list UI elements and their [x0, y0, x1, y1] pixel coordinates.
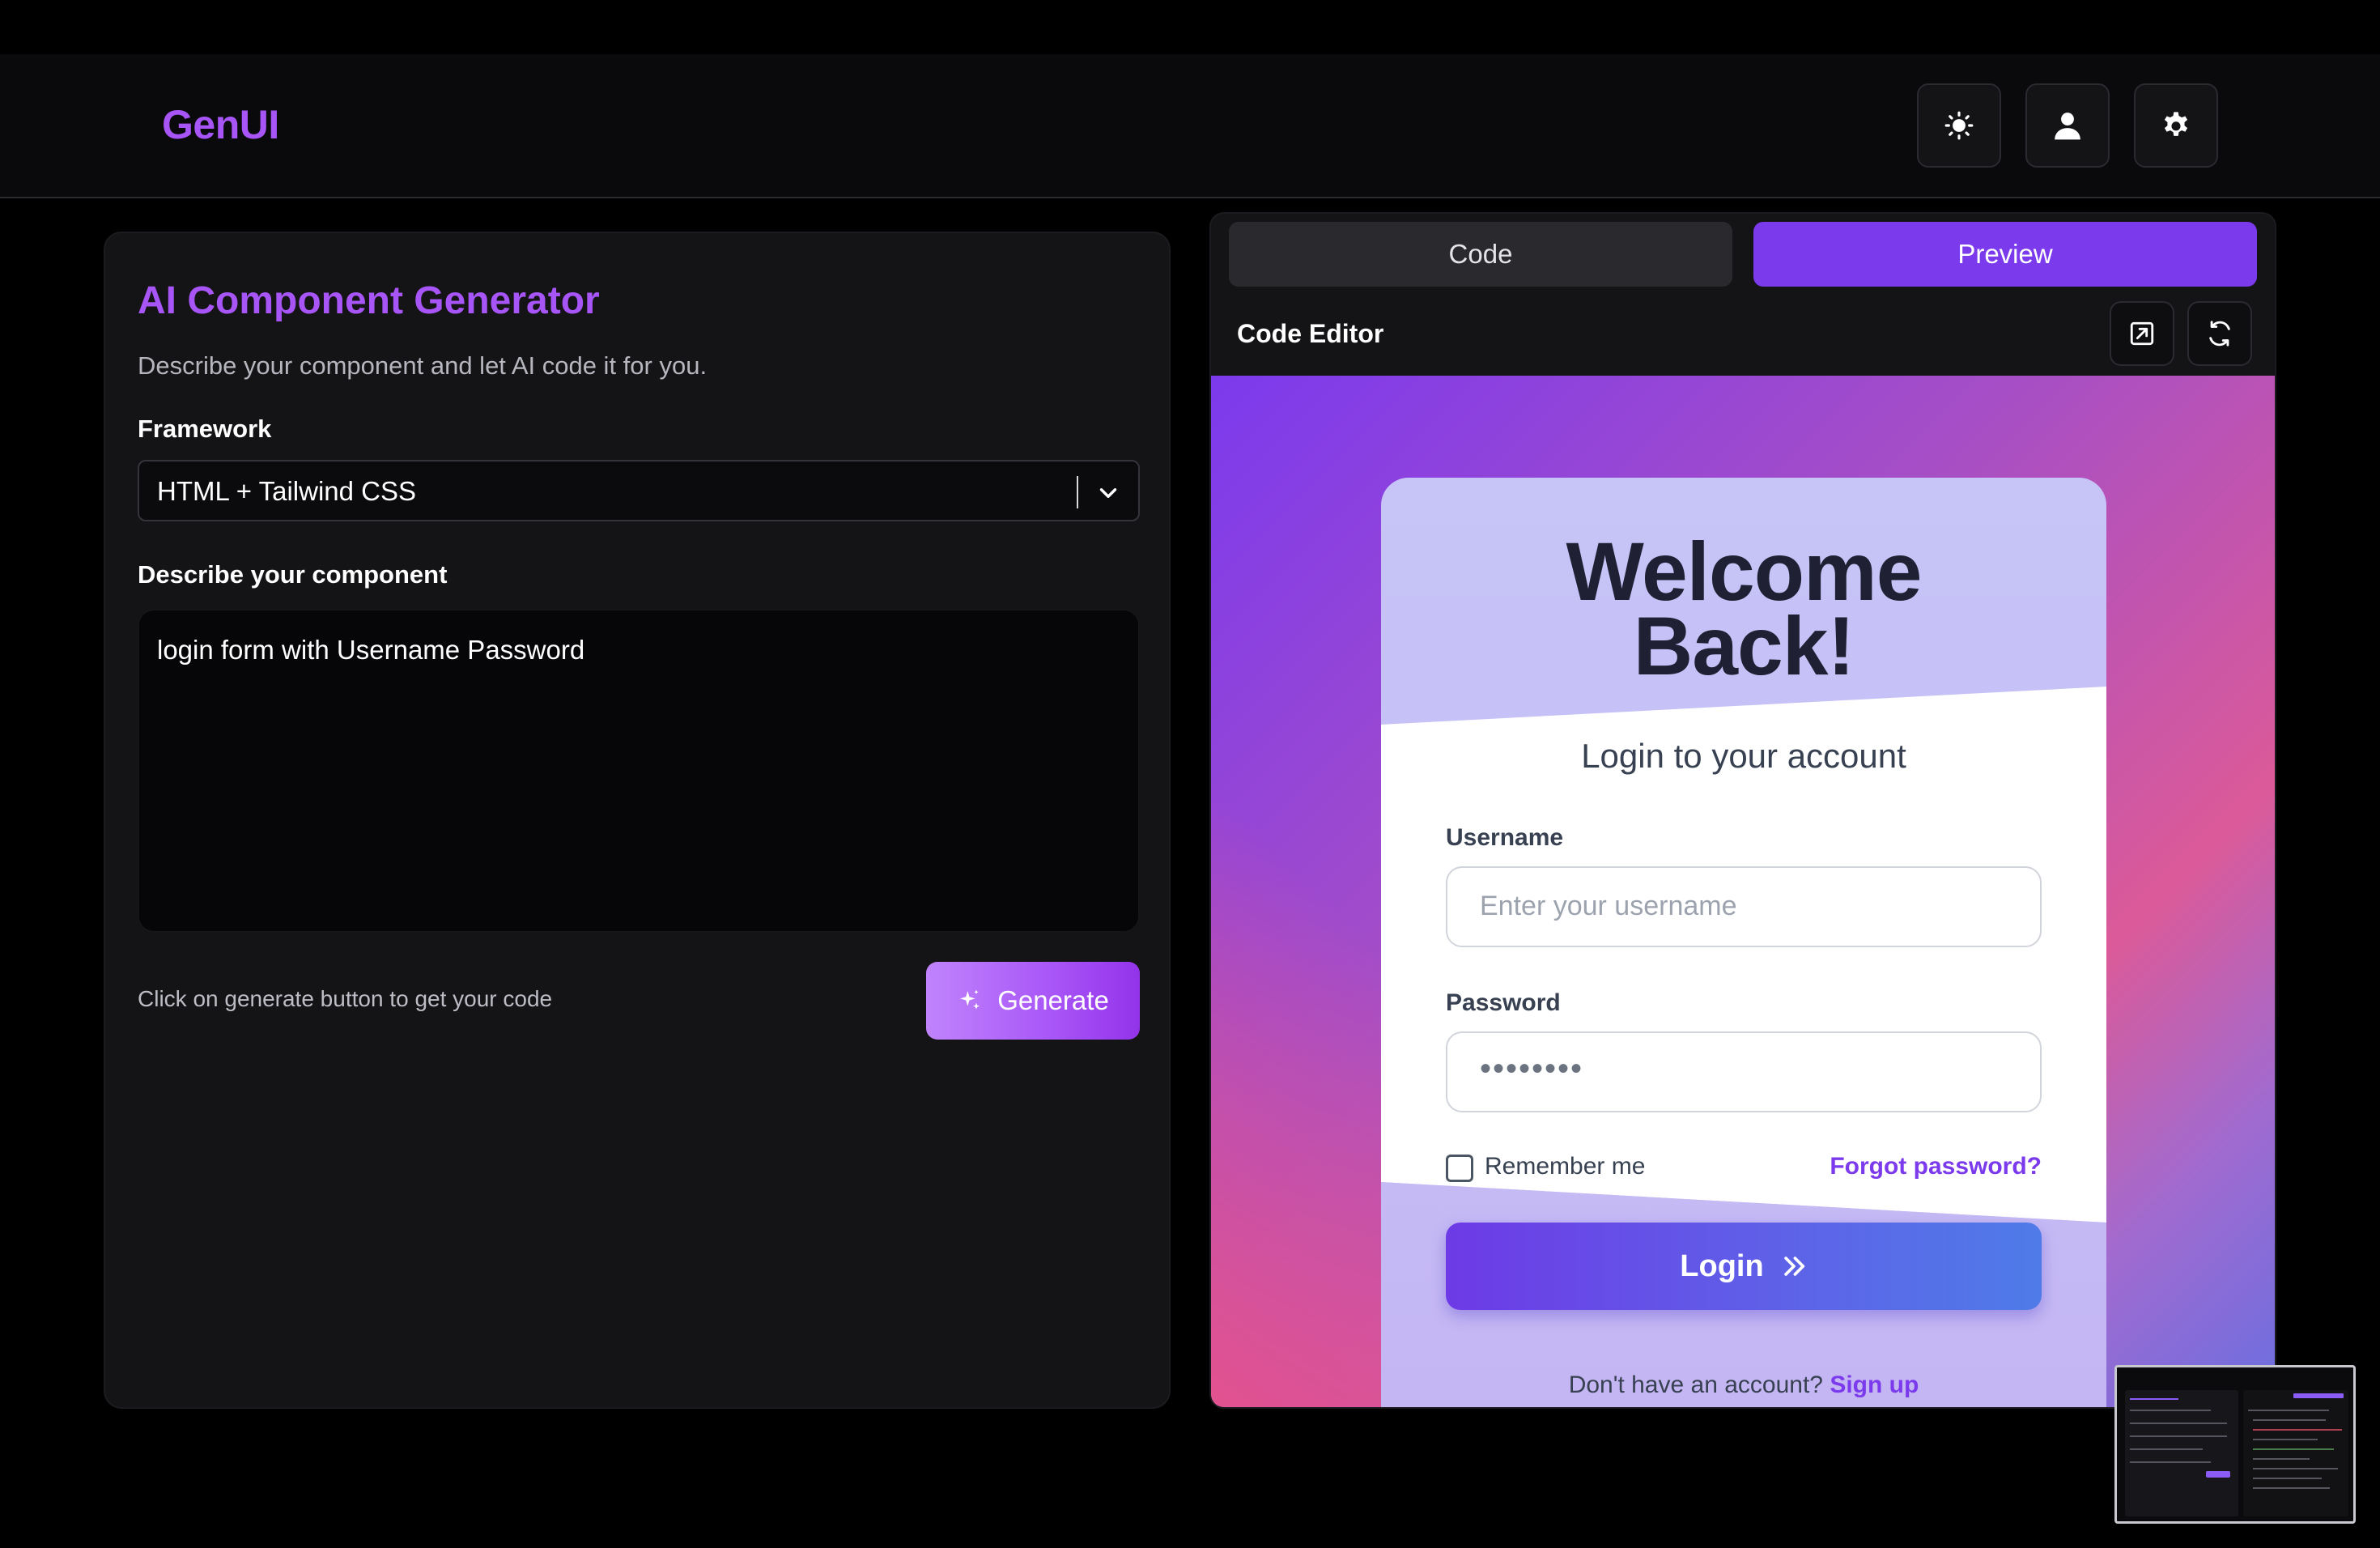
generator-title: AI Component Generator — [138, 279, 600, 322]
generate-label: Generate — [997, 985, 1109, 1015]
generate-button[interactable]: Generate — [926, 962, 1140, 1040]
profile-button[interactable] — [2025, 83, 2110, 168]
gear-icon — [2164, 112, 2188, 136]
username-label: Username — [1446, 824, 1564, 851]
sparkles-icon — [960, 989, 980, 1010]
open-external-icon — [2130, 321, 2154, 346]
password-value: •••••••• — [1480, 1051, 1584, 1087]
select-separator — [1077, 476, 1078, 508]
signup-row: Don't have an account? Sign up — [1381, 1372, 2106, 1399]
component-description-value: login form with Username Password — [157, 635, 585, 665]
generator-panel: AI Component Generator Describe your com… — [104, 232, 1171, 1409]
signup-link[interactable]: Sign up — [1830, 1372, 1919, 1398]
logo[interactable]: GenUI — [162, 101, 279, 148]
password-input[interactable]: •••••••• — [1446, 1031, 2042, 1112]
settings-button[interactable] — [2134, 83, 2218, 168]
login-label: Login — [1680, 1248, 1764, 1283]
preview-canvas: Welcome Back! Login to your account User… — [1211, 376, 2275, 1407]
framework-label: Framework — [138, 415, 272, 443]
generator-description: Describe your component and let AI code … — [138, 351, 708, 380]
forgot-password-link[interactable]: Forgot password? — [1830, 1153, 2042, 1180]
framework-select[interactable]: HTML + Tailwind CSS — [138, 460, 1140, 521]
refresh-button[interactable] — [2187, 301, 2252, 366]
screenshot-thumbnail[interactable] — [2114, 1365, 2356, 1524]
editor-panel: Code Preview Code Editor Welcome Back! L… — [1209, 212, 2276, 1409]
chevron-down-icon[interactable] — [1094, 479, 1122, 507]
theme-toggle-button[interactable] — [1917, 83, 2001, 168]
login-button[interactable]: Login — [1446, 1223, 2042, 1310]
describe-label: Describe your component — [138, 560, 448, 589]
top-strip — [0, 0, 2380, 54]
login-subtitle: Login to your account — [1581, 737, 1906, 775]
generate-hint: Click on generate button to get your cod… — [138, 986, 553, 1011]
welcome-heading: Welcome Back! — [1381, 525, 2106, 692]
thumbnail-left-pane — [2125, 1390, 2238, 1516]
app-header: GenUI — [0, 54, 2380, 198]
signup-prompt: Don't have an account? — [1568, 1372, 1823, 1398]
login-card: Welcome Back! Login to your account User… — [1381, 478, 2106, 1407]
chevrons-right-icon — [1783, 1257, 1804, 1276]
welcome-line-1: Welcome — [1566, 525, 1923, 618]
component-description-input[interactable]: login form with Username Password — [138, 609, 1140, 933]
remember-me-checkbox[interactable] — [1446, 1155, 1473, 1182]
open-external-button[interactable] — [2110, 301, 2174, 366]
framework-select-value: HTML + Tailwind CSS — [157, 476, 417, 506]
tab-code[interactable]: Code — [1229, 222, 1732, 287]
username-input[interactable]: Enter your username — [1446, 866, 2042, 947]
tab-preview[interactable]: Preview — [1753, 222, 2257, 287]
sun-icon — [1944, 111, 1974, 140]
editor-title: Code Editor — [1237, 319, 1384, 348]
user-icon — [2055, 113, 2080, 140]
refresh-icon — [2209, 321, 2230, 347]
remember-me-label[interactable]: Remember me — [1485, 1153, 1645, 1180]
username-placeholder: Enter your username — [1480, 891, 1737, 921]
password-label: Password — [1446, 989, 1561, 1016]
thumbnail-right-pane — [2243, 1390, 2348, 1516]
welcome-line-2: Back! — [1633, 600, 1855, 692]
